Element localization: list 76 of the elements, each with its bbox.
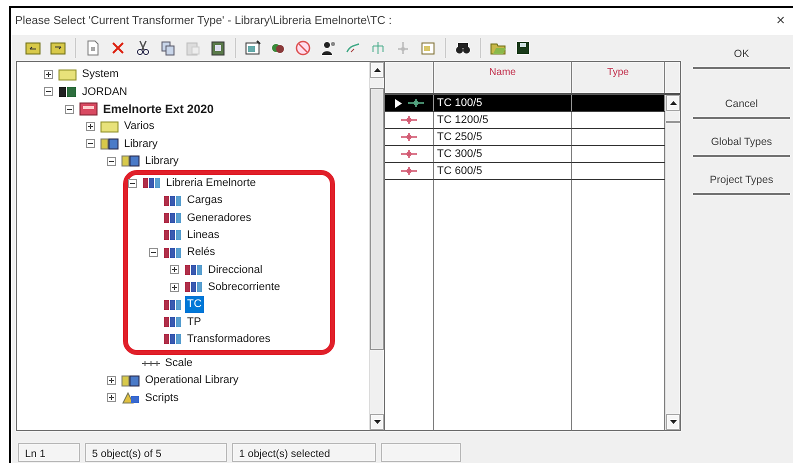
cut-icon[interactable] (135, 40, 151, 56)
tree-item[interactable]: Sobrecorriente (206, 278, 282, 296)
tree-item[interactable]: TP (185, 314, 204, 330)
tree-item[interactable]: Library (122, 136, 160, 152)
tree-item[interactable]: System (80, 66, 121, 83)
tree-item[interactable]: Direccional (206, 262, 264, 278)
clipboard-icon[interactable] (210, 40, 226, 56)
arrow-up-icon (374, 68, 380, 72)
scrollbar[interactable] (369, 62, 384, 430)
status-text: Ln 1 (18, 443, 80, 462)
tree-item[interactable]: Library (143, 152, 181, 170)
tree-item[interactable]: Scripts (143, 390, 181, 406)
tree-item[interactable]: Lineas (185, 227, 222, 244)
node-icon[interactable] (395, 40, 411, 56)
tree-item[interactable]: Generadores (185, 210, 254, 226)
tree-item[interactable]: Scale (163, 355, 195, 372)
collapse-icon[interactable] (86, 139, 95, 148)
prohibited-icon[interactable] (295, 40, 311, 56)
current-transformer-icon (401, 132, 417, 142)
library-icon (121, 372, 140, 389)
collapse-icon[interactable] (128, 178, 137, 188)
arrow-down-icon (374, 420, 380, 424)
tree-item[interactable]: Transformadores (185, 330, 272, 348)
table-cell: TC 600/5 (434, 163, 572, 179)
status-text: 1 object(s) selected (232, 443, 376, 462)
table-cell: TC 1200/5 (434, 112, 572, 128)
column-header[interactable]: Name (434, 62, 572, 93)
edit-window-icon[interactable] (245, 40, 261, 56)
expand-icon[interactable] (170, 265, 179, 274)
folder-down-icon[interactable] (50, 40, 66, 56)
arrow-up-icon (670, 101, 677, 105)
user-icon[interactable] (320, 40, 336, 56)
status-text: 5 object(s) of 5 (85, 443, 227, 462)
tree-item[interactable]: JORDAN (80, 84, 130, 100)
collapse-icon[interactable] (44, 87, 53, 96)
current-transformer-icon (408, 98, 424, 108)
arrow-down-icon (670, 420, 677, 424)
folder-up-icon[interactable] (25, 40, 41, 56)
expand-icon[interactable] (107, 376, 116, 386)
tree-item[interactable]: TC (185, 296, 204, 313)
scripts-icon (121, 390, 140, 406)
column-header[interactable]: Type (572, 62, 665, 93)
current-transformer-icon (401, 149, 417, 159)
expand-icon[interactable] (170, 282, 179, 292)
expand-icon[interactable] (107, 393, 116, 402)
tree-item[interactable]: Cargas (185, 192, 224, 209)
tree-item[interactable]: Relés (185, 244, 218, 261)
window-icon[interactable] (420, 40, 436, 56)
current-transformer-icon (401, 166, 417, 176)
tree-item[interactable]: Emelnorte Ext 2020 (101, 100, 216, 118)
current-transformer-icon (401, 115, 417, 125)
expand-icon[interactable] (44, 70, 53, 80)
table-cell: TC 250/5 (434, 129, 572, 145)
copy-icon[interactable] (160, 40, 176, 56)
folder-icon (100, 118, 119, 135)
expand-icon[interactable] (86, 122, 95, 132)
window-title: Please Select 'Current Transformer Type' - Library\Libreria Emelnorte\TC : (15, 14, 392, 29)
close-button[interactable]: × (776, 10, 785, 33)
folder-icon (58, 66, 77, 83)
collapse-icon[interactable] (149, 248, 158, 258)
tree-item[interactable]: Libreria Emelnorte (164, 175, 258, 192)
project-icon (79, 101, 98, 118)
collapse-icon[interactable] (65, 104, 74, 114)
search-icon[interactable] (455, 40, 471, 56)
ruler-icon (142, 360, 160, 366)
tree-item[interactable]: Operational Library (143, 372, 241, 389)
save-icon[interactable] (515, 40, 531, 56)
new-document-icon[interactable] (85, 40, 101, 56)
scrollbar[interactable] (665, 95, 680, 430)
tree-item[interactable]: Varios (122, 118, 156, 135)
table-cell: TC 300/5 (434, 146, 572, 162)
library-icon (121, 153, 140, 170)
library-icon (100, 136, 119, 152)
collapse-icon[interactable] (107, 156, 116, 166)
table-cell: TC 100/5 (434, 95, 572, 111)
delete-icon[interactable] (110, 40, 126, 56)
